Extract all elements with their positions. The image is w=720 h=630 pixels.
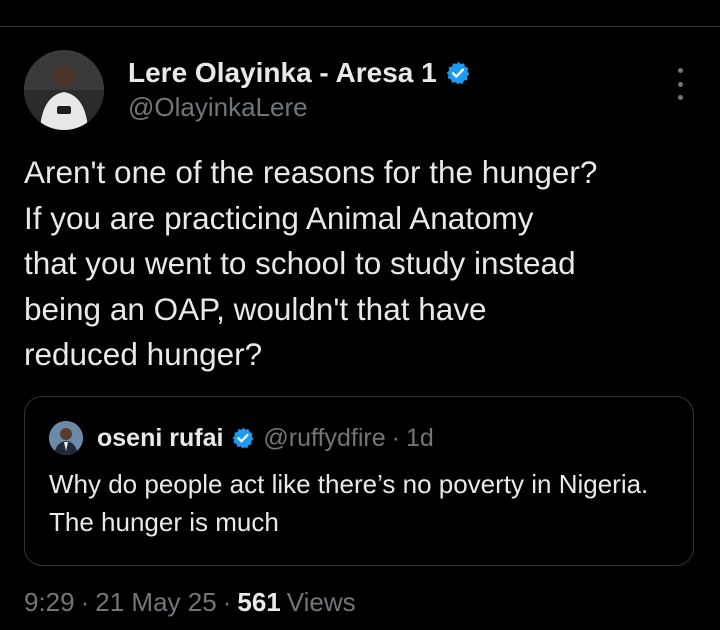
quote-tweet-card[interactable]: oseni rufai @ruffydfire · 1d Why do peop… [24,396,694,566]
views-count: 561 [237,586,281,617]
tweet-date[interactable]: 21 May 25 [95,587,216,618]
more-options-icon[interactable] [668,68,692,100]
author-handle[interactable]: @OlayinkaLere [128,92,471,123]
quote-separator: · [391,423,400,452]
tweet-time[interactable]: 9:29 [24,587,75,618]
quote-header: oseni rufai @ruffydfire · 1d [97,421,434,455]
more-dot [677,95,683,100]
quote-avatar-image [49,421,83,455]
views-label: Views [286,586,356,617]
author-avatar[interactable] [24,50,104,130]
meta-separator: · [80,586,90,617]
more-dot [677,81,683,87]
tweet-meta: 9:29 · 21 May 25 · 561 Views [24,584,356,620]
author-info: Lere Olayinka - Aresa 1 @OlayinkaLere [128,56,471,123]
verified-badge-icon [231,426,255,450]
quote-author-handle[interactable]: @ruffydfire [263,424,385,453]
author-name[interactable]: Lere Olayinka - Aresa 1 [128,57,437,89]
quote-timestamp[interactable]: 1d [406,424,434,453]
meta-separator: · [222,586,232,617]
tweet-text: Aren't one of the reasons for the hunger… [24,154,598,372]
author-name-row: Lere Olayinka - Aresa 1 [128,56,471,90]
quote-author-name[interactable]: oseni rufai [97,424,223,453]
top-divider [0,26,720,27]
quote-text: Why do people act like there’s no povert… [49,469,649,537]
more-dot [677,68,683,73]
quote-author-avatar[interactable] [49,421,83,455]
author-avatar-image [24,50,104,130]
verified-badge-icon [445,60,471,86]
